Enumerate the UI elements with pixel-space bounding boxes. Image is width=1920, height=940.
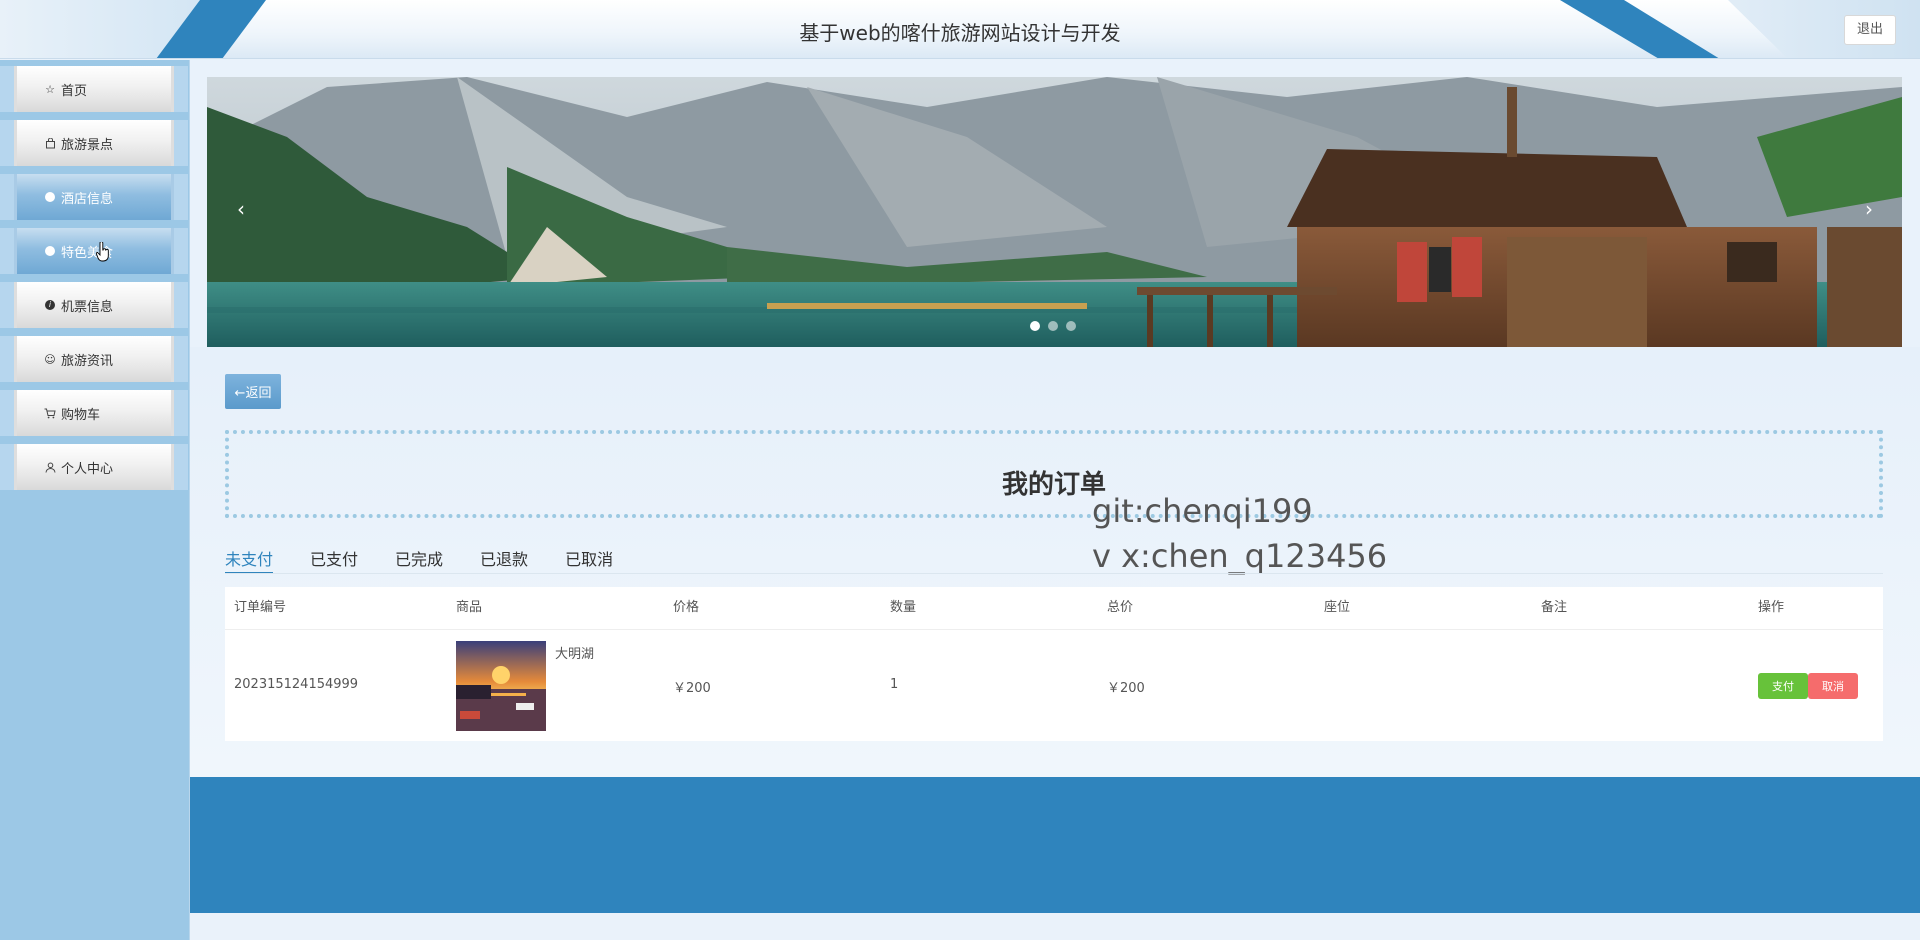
column-header: 座位 bbox=[1324, 600, 1351, 615]
table-header-divider bbox=[225, 629, 1883, 630]
carousel-prev-button[interactable]: ‹ bbox=[229, 197, 253, 221]
column-header: 总价 bbox=[1107, 600, 1134, 615]
image-carousel[interactable]: ‹ › bbox=[207, 77, 1902, 347]
bag-icon bbox=[43, 136, 57, 150]
sidebar-item-label: 旅游资讯 bbox=[61, 353, 114, 369]
order-status-tabs: 未支付 已支付 已完成 已退款 已取消 bbox=[225, 540, 650, 574]
carousel-indicators bbox=[1030, 321, 1076, 331]
sidebar-item-label: 酒店信息 bbox=[61, 191, 114, 207]
tab-refunded[interactable]: 已退款 bbox=[480, 540, 528, 574]
logout-button[interactable]: 退出 bbox=[1843, 15, 1896, 45]
smile-icon: ☺ bbox=[44, 352, 56, 366]
column-header: 价格 bbox=[673, 600, 700, 615]
column-header: 数量 bbox=[890, 600, 917, 615]
info-icon: i bbox=[45, 300, 55, 310]
order-number: 202315124154999 bbox=[234, 677, 359, 692]
column-header: 订单编号 bbox=[234, 600, 287, 615]
tabs-divider bbox=[225, 573, 1883, 574]
carousel-dot[interactable] bbox=[1066, 321, 1076, 331]
quantity: 1 bbox=[890, 677, 899, 692]
sidebar-item-label: 机票信息 bbox=[61, 299, 114, 315]
carousel-dot[interactable] bbox=[1030, 321, 1040, 331]
sidebar-item-label: 个人中心 bbox=[61, 461, 114, 477]
sidebar-item-label: 首页 bbox=[61, 83, 88, 99]
pay-button[interactable]: 支付 bbox=[1758, 673, 1808, 699]
back-button[interactable]: ←返回 bbox=[225, 374, 281, 409]
sidebar-item-flights[interactable]: i 机票信息 bbox=[0, 282, 188, 328]
bottom-strip bbox=[190, 913, 1920, 940]
price: ￥200 bbox=[673, 681, 711, 696]
user-icon bbox=[43, 460, 57, 474]
carousel-next-button[interactable]: › bbox=[1857, 197, 1881, 221]
sidebar-item-cart[interactable]: 购物车 bbox=[0, 390, 188, 436]
carousel-dot[interactable] bbox=[1048, 321, 1058, 331]
watermark-line-2: v x:chen_q123456 bbox=[1092, 537, 1388, 575]
footer bbox=[190, 777, 1920, 913]
page-title-box: 我的订单 bbox=[225, 430, 1883, 518]
tab-unpaid[interactable]: 未支付 bbox=[225, 540, 274, 574]
column-header: 操作 bbox=[1758, 600, 1785, 615]
cancel-order-button[interactable]: 取消 bbox=[1808, 673, 1858, 699]
orders-table: 订单编号 商品 价格 数量 总价 座位 备注 操作 20231512415499… bbox=[225, 587, 1883, 741]
sidebar-item-label: 旅游景点 bbox=[61, 137, 114, 153]
product-thumbnail[interactable] bbox=[456, 641, 546, 731]
circle-icon bbox=[45, 192, 55, 202]
column-header: 商品 bbox=[456, 600, 483, 615]
top-header: 基于web的喀什旅游网站设计与开发 退出 bbox=[0, 0, 1920, 59]
watermark-line-1: git:chenqi199 bbox=[1092, 492, 1313, 530]
site-title: 基于web的喀什旅游网站设计与开发 bbox=[799, 21, 1121, 45]
carousel-slide-image bbox=[207, 77, 1902, 347]
tab-completed[interactable]: 已完成 bbox=[395, 540, 443, 574]
sidebar-item-label: 购物车 bbox=[61, 407, 101, 423]
sidebar-item-news[interactable]: ☺ 旅游资讯 bbox=[0, 336, 188, 382]
cart-icon bbox=[43, 406, 57, 420]
sidebar-item-home[interactable]: ☆ 首页 bbox=[0, 66, 188, 112]
sidebar-item-profile[interactable]: 个人中心 bbox=[0, 444, 188, 490]
sidebar: ☆ 首页 旅游景点 酒店信息 特色美食 i 机票信息 ☺ 旅游资讯 购物车 个人… bbox=[0, 60, 190, 940]
circle-icon bbox=[45, 246, 55, 256]
total-price: ￥200 bbox=[1107, 681, 1145, 696]
tab-cancelled[interactable]: 已取消 bbox=[565, 540, 613, 574]
hand-cursor-icon bbox=[96, 242, 109, 262]
column-header: 备注 bbox=[1541, 600, 1568, 615]
sidebar-item-hotels[interactable]: 酒店信息 bbox=[0, 174, 188, 220]
star-icon: ☆ bbox=[45, 82, 55, 96]
page-title: 我的订单 bbox=[1001, 470, 1106, 500]
sidebar-item-attractions[interactable]: 旅游景点 bbox=[0, 120, 188, 166]
tab-paid[interactable]: 已支付 bbox=[310, 540, 358, 574]
product-name[interactable]: 大明湖 bbox=[555, 643, 594, 662]
sidebar-item-food[interactable]: 特色美食 bbox=[0, 228, 188, 274]
